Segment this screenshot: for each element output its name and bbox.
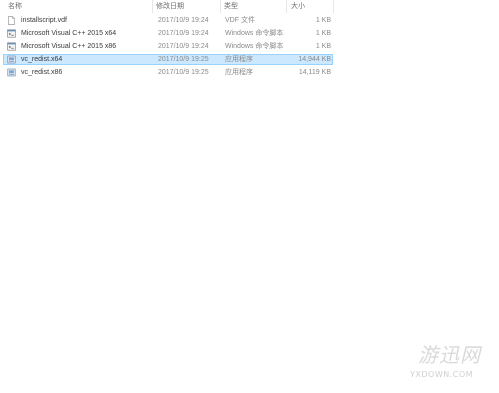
file-name: vc_redist.x64 bbox=[21, 56, 63, 63]
file-modified: 2017/10/9 19:24 bbox=[158, 30, 209, 37]
file-type: 应用程序 bbox=[225, 69, 253, 76]
file-name: vc_redist.x86 bbox=[21, 69, 63, 76]
file-row-vc-redist-x64[interactable]: vc_redist.x64 2017/10/9 19:25 应用程序 14,94… bbox=[3, 54, 333, 65]
file-name: Microsoft Visual C++ 2015 x64 bbox=[21, 30, 117, 37]
column-divider[interactable] bbox=[333, 0, 334, 13]
site-watermark: 游迅网 YXDOWN.COM bbox=[398, 342, 498, 392]
installer-icon bbox=[7, 68, 16, 77]
file-name: Microsoft Visual C++ 2015 x86 bbox=[21, 43, 117, 50]
column-header-modified[interactable]: 修改日期 bbox=[156, 2, 184, 11]
file-row-installscript[interactable]: installscript.vdf 2017/10/9 19:24 VDF 文件… bbox=[3, 15, 333, 26]
column-divider[interactable] bbox=[152, 0, 153, 13]
column-header-bar: 名称 修改日期 类型 大小 bbox=[0, 0, 499, 13]
file-row-vc-redist-x86[interactable]: vc_redist.x86 2017/10/9 19:25 应用程序 14,11… bbox=[3, 67, 333, 78]
column-divider[interactable] bbox=[220, 0, 221, 13]
file-size: 1 KB bbox=[315, 17, 331, 24]
document-icon bbox=[8, 16, 15, 25]
file-size: 1 KB bbox=[315, 30, 331, 37]
file-size: 14,119 KB bbox=[298, 69, 331, 76]
file-name: installscript.vdf bbox=[21, 17, 67, 24]
file-modified: 2017/10/9 19:25 bbox=[158, 56, 209, 63]
script-icon bbox=[7, 29, 16, 38]
file-modified: 2017/10/9 19:24 bbox=[158, 17, 209, 24]
script-icon bbox=[7, 42, 16, 51]
watermark-logo-text: 游迅网 bbox=[418, 343, 481, 367]
watermark-domain-text: YXDOWN.COM bbox=[410, 370, 474, 379]
file-size: 14,944 KB bbox=[298, 56, 331, 63]
file-type: 应用程序 bbox=[225, 56, 253, 63]
column-header-size[interactable]: 大小 bbox=[291, 2, 305, 11]
file-type: VDF 文件 bbox=[225, 17, 255, 24]
file-size: 1 KB bbox=[315, 43, 331, 50]
file-type: Windows 命令脚本 bbox=[225, 30, 284, 37]
column-header-type[interactable]: 类型 bbox=[224, 2, 238, 11]
file-row-vcpp-x86-script[interactable]: Microsoft Visual C++ 2015 x86 2017/10/9 … bbox=[3, 41, 333, 52]
installer-icon bbox=[7, 55, 16, 64]
file-row-vcpp-x64-script[interactable]: Microsoft Visual C++ 2015 x64 2017/10/9 … bbox=[3, 28, 333, 39]
file-modified: 2017/10/9 19:25 bbox=[158, 69, 209, 76]
column-header-name[interactable]: 名称 bbox=[8, 2, 22, 11]
column-divider[interactable] bbox=[286, 0, 287, 13]
file-type: Windows 命令脚本 bbox=[225, 43, 284, 50]
file-modified: 2017/10/9 19:24 bbox=[158, 43, 209, 50]
